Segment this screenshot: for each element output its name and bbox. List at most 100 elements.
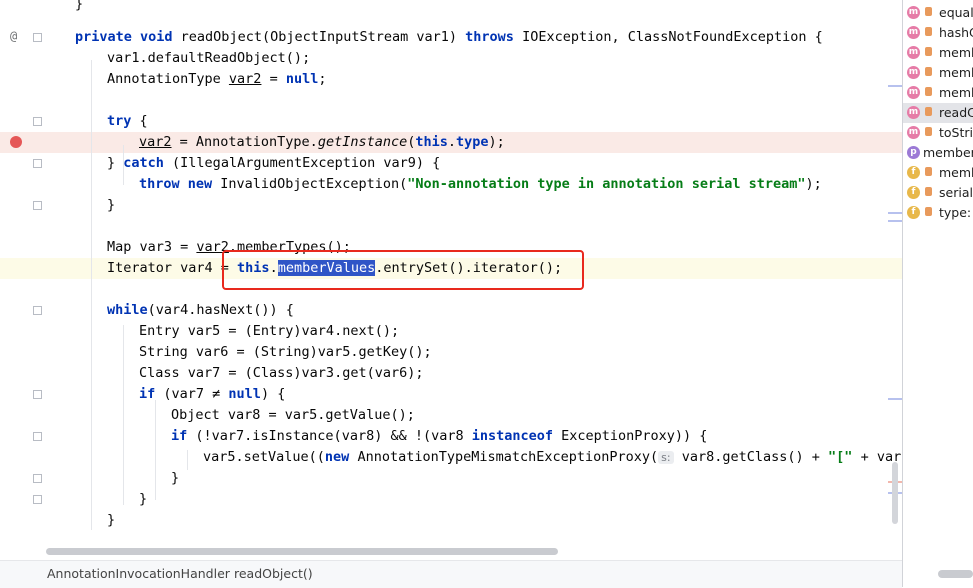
code-token[interactable]: throw new (139, 176, 220, 192)
code-text[interactable]: Class var7 = (Class)var3.get(var6); (139, 365, 423, 382)
fold-toggle-icon[interactable] (33, 117, 42, 126)
code-token[interactable]: AnnotationTypeMismatchExceptionProxy( (357, 449, 658, 465)
code-token[interactable]: InvalidObjectException( (220, 176, 407, 192)
code-text[interactable]: private void readObject(ObjectInputStrea… (75, 29, 823, 46)
code-token[interactable]: ); (805, 176, 821, 192)
code-line[interactable]: } (0, 489, 902, 510)
fold-toggle-icon[interactable] (33, 306, 42, 315)
code-token[interactable]: var2 (229, 71, 262, 87)
code-token[interactable]: = (261, 71, 285, 87)
code-text[interactable]: var1.defaultReadObject(); (107, 50, 310, 67)
code-token[interactable]: catch (123, 155, 172, 171)
code-token[interactable]: = AnnotationType. (172, 134, 318, 150)
code-token[interactable]: (IllegalArgumentException var9) { (172, 155, 440, 171)
code-token[interactable]: getInstance (318, 134, 407, 150)
code-token[interactable]: String var6 = (String)var5.getKey(); (139, 344, 432, 360)
code-token[interactable]: Entry var5 = (Entry)var4.next(); (139, 323, 399, 339)
code-line[interactable]: if (var7 ≠ null) { (0, 384, 902, 405)
code-token[interactable]: while (107, 302, 148, 318)
code-text[interactable]: } (107, 512, 115, 529)
fold-toggle-icon[interactable] (33, 432, 42, 441)
code-token[interactable]: Iterator var4 = (107, 260, 237, 276)
code-text[interactable]: } (75, 0, 83, 13)
code-line[interactable]: private void readObject(ObjectInputStrea… (0, 27, 902, 48)
code-token[interactable]: Object var8 = var5.getValue(); (171, 407, 415, 423)
code-token[interactable]: ); (489, 134, 505, 150)
code-token[interactable]: try (107, 113, 140, 129)
stripe-mark[interactable] (888, 212, 902, 214)
structure-item[interactable]: m equal (903, 3, 973, 23)
code-token[interactable]: "Non-annotation type in annotation seria… (407, 176, 805, 192)
code-token[interactable]: null (286, 71, 319, 87)
code-token[interactable]: } (75, 0, 83, 12)
structure-item[interactable]: m readC (903, 103, 973, 123)
structure-item[interactable]: m memb (903, 83, 973, 103)
code-token[interactable]: AnnotationType (107, 71, 229, 87)
code-line[interactable]: AnnotationType var2 = null; (0, 69, 902, 90)
code-text[interactable]: var5.setValue((new AnnotationTypeMismatc… (203, 449, 902, 466)
structure-panel[interactable]: m equal m hashC m memb m memb m memb m readC m toStri… (903, 0, 973, 587)
code-token[interactable]: { (140, 113, 148, 129)
code-text[interactable]: var2 = AnnotationType.getInstance(this.t… (139, 134, 505, 151)
code-line[interactable]: var5.setValue((new AnnotationTypeMismatc… (0, 447, 902, 468)
code-text[interactable]: throw new InvalidObjectException("Non-an… (139, 176, 822, 193)
code-line[interactable]: var2 = AnnotationType.getInstance(this.t… (0, 132, 902, 153)
breadcrumb-class[interactable]: AnnotationInvocationHandler (47, 566, 230, 581)
fold-toggle-icon[interactable] (33, 159, 42, 168)
code-token[interactable]: (!var7.isInstance(var8) && !(var8 (195, 428, 471, 444)
code-line[interactable]: var1.defaultReadObject(); (0, 48, 902, 69)
code-token[interactable]: type (456, 134, 489, 150)
code-text[interactable]: } (107, 197, 115, 214)
code-token[interactable]: private void (75, 29, 181, 45)
fold-toggle-icon[interactable] (33, 495, 42, 504)
code-line[interactable]: while(var4.hasNext()) { (0, 300, 902, 321)
code-text[interactable]: while(var4.hasNext()) { (107, 302, 294, 319)
horizontal-scrollbar[interactable] (46, 548, 558, 555)
fold-toggle-icon[interactable] (33, 474, 42, 483)
code-token[interactable]: . (448, 134, 456, 150)
structure-item[interactable]: m toStri (903, 123, 973, 143)
code-line[interactable]: Entry var5 = (Entry)var4.next(); (0, 321, 902, 342)
code-token[interactable]: } (107, 512, 115, 528)
structure-item[interactable]: f type: (903, 203, 973, 223)
code-token[interactable]: var8.getClass() + (674, 449, 828, 465)
code-token[interactable]: if (171, 428, 195, 444)
code-text[interactable]: AnnotationType var2 = null; (107, 71, 326, 88)
structure-item[interactable]: m hashC (903, 23, 973, 43)
structure-item[interactable]: m memb (903, 43, 973, 63)
code-line[interactable]: try { (0, 111, 902, 132)
structure-item[interactable]: f memb (903, 163, 973, 183)
structure-item[interactable]: p member (903, 143, 973, 163)
code-token[interactable]: ; (318, 71, 326, 87)
structure-scrollbar-thumb[interactable] (938, 570, 973, 578)
code-token[interactable]: this (415, 134, 448, 150)
code-token[interactable]: instanceof (472, 428, 561, 444)
parameter-hint[interactable]: s: (658, 451, 674, 464)
code-token[interactable]: } (171, 470, 179, 486)
code-text[interactable]: Entry var5 = (Entry)var4.next(); (139, 323, 399, 340)
code-token[interactable]: ) { (261, 386, 285, 402)
stripe-mark[interactable] (888, 85, 902, 87)
at-override-icon[interactable]: @ (10, 29, 17, 43)
code-text[interactable]: } (139, 491, 147, 508)
structure-item[interactable]: m memb (903, 63, 973, 83)
code-text[interactable]: String var6 = (String)var5.getKey(); (139, 344, 432, 361)
code-token[interactable]: var1.defaultReadObject(); (107, 50, 310, 66)
code-token[interactable]: new (325, 449, 358, 465)
code-line[interactable]: if (!var7.isInstance(var8) && !(var8 ins… (0, 426, 902, 447)
breadcrumb-method[interactable]: readObject() (234, 566, 313, 581)
code-token[interactable]: throws (465, 29, 522, 45)
code-token[interactable]: var2 (139, 134, 172, 150)
code-editor[interactable]: } private void readObject(ObjectInputStre… (0, 0, 902, 560)
code-text[interactable]: if (!var7.isInstance(var8) && !(var8 ins… (171, 428, 707, 445)
fold-toggle-icon[interactable] (33, 201, 42, 210)
structure-item[interactable]: f serial (903, 183, 973, 203)
code-text[interactable]: if (var7 ≠ null) { (139, 386, 285, 403)
code-line[interactable]: } (0, 195, 902, 216)
code-line[interactable]: Class var7 = (Class)var3.get(var6); (0, 363, 902, 384)
code-token[interactable]: } (139, 491, 147, 507)
code-text[interactable]: } catch (IllegalArgumentException var9) … (107, 155, 440, 172)
stripe-mark[interactable] (888, 398, 902, 400)
code-token[interactable]: ExceptionProxy)) { (561, 428, 707, 444)
code-token[interactable]: readObject(ObjectInputStream var1) (181, 29, 465, 45)
